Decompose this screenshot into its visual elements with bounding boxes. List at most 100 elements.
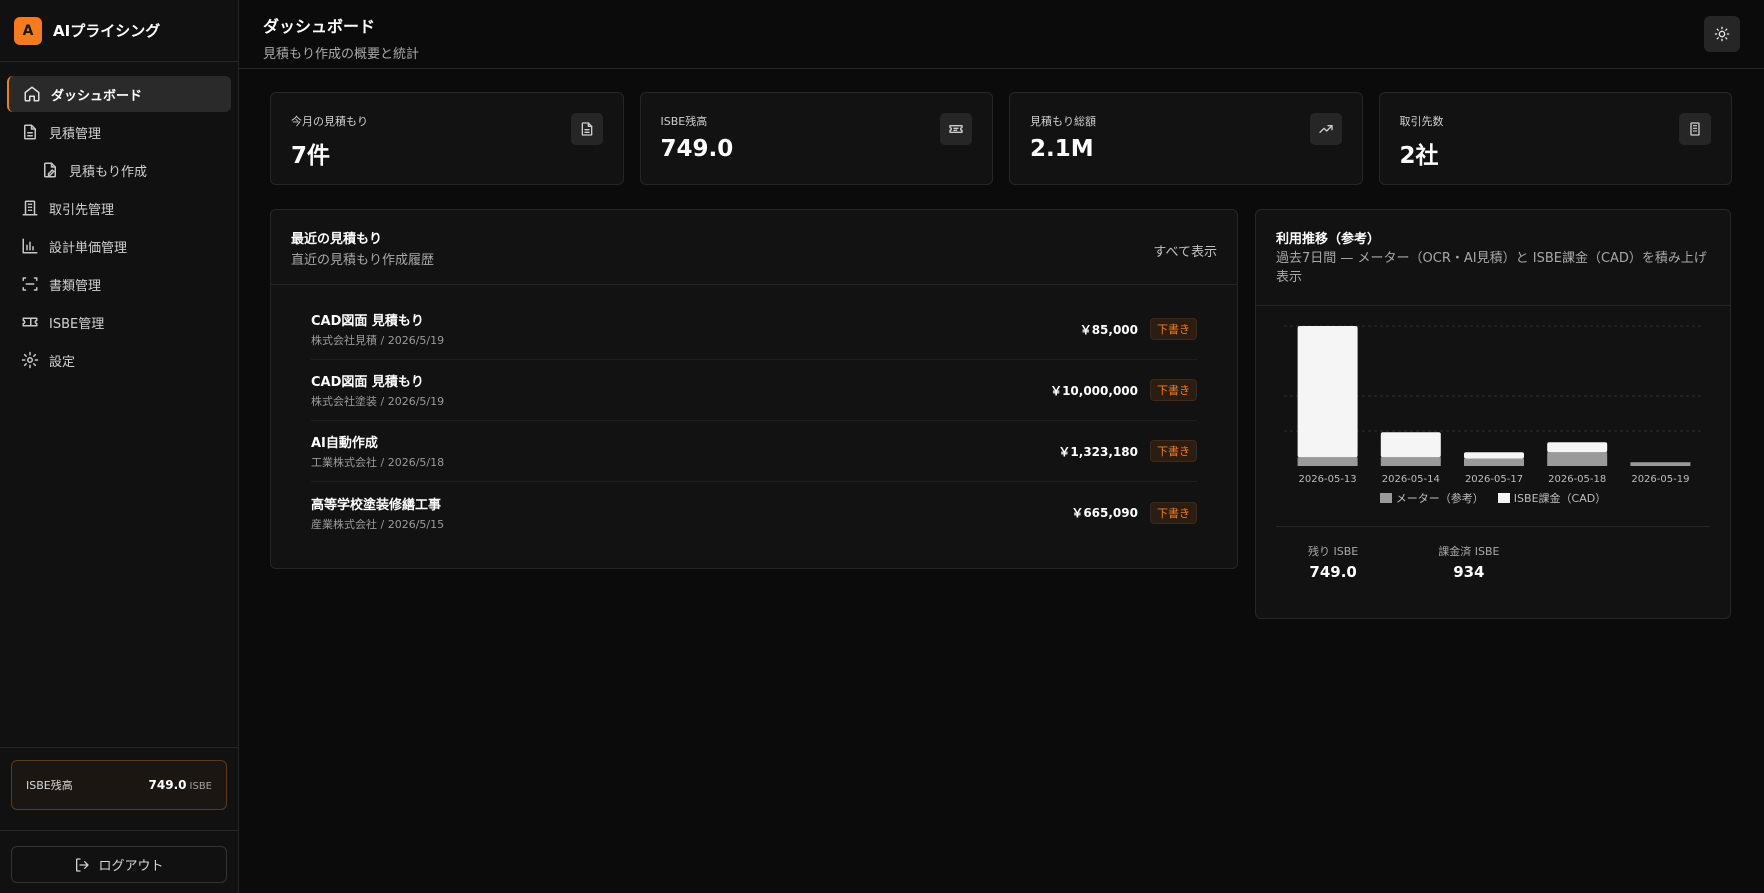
usage-chart: 2026-05-13 2026-05-14 2026-05-17 2026-05-18… [1256, 306, 1730, 506]
bar-meter-2026-05-17 [1464, 458, 1524, 466]
sidebar-item-label: 取引先管理 [49, 202, 115, 218]
sidebar-item-label: 書類管理 [49, 278, 102, 294]
view-all-link[interactable]: すべて表示 [1153, 241, 1217, 260]
building-icon [21, 199, 39, 217]
sidebar-item-estimates[interactable]: 見積管理 [7, 114, 231, 150]
sidebar-item-label: 見積もり作成 [69, 164, 148, 180]
legend-swatch [1497, 493, 1510, 503]
usage-trend-panel: 利用推移（参考） 過去7日間 — メーター（OCR・AI見積）と ISBE課金（… [1255, 209, 1731, 619]
legend-swatch [1379, 493, 1392, 503]
estimate-meta: 株式会社塗装 / 2026/5/19 [311, 395, 445, 408]
stat-label: 見積もり総額 [1030, 115, 1096, 128]
ticket-icon [940, 113, 972, 145]
building-icon [1679, 113, 1711, 145]
stat-label: 取引先数 [1399, 115, 1444, 128]
legend-item-isbe: ISBE課金（CAD） [1497, 490, 1607, 506]
estimate-amount: ￥1,323,180 [1058, 444, 1138, 459]
estimate-name: CAD図面 見積もり [311, 375, 424, 390]
status-badge: 下書き [1150, 440, 1197, 462]
bar-meter-2026-05-13 [1297, 457, 1358, 466]
page-title: ダッシュボード [263, 17, 376, 36]
panel-title: 最近の見積もり [291, 232, 383, 247]
page-subtitle: 見積もり作成の概要と統計 [263, 47, 420, 62]
x-tick-label: 2026-05-17 [1465, 474, 1523, 485]
status-badge: 下書き [1150, 379, 1197, 401]
page-header: ダッシュボード 見積もり作成の概要と統計 [239, 0, 1764, 69]
sidebar-item-documents[interactable]: 書類管理 [7, 266, 231, 302]
status-badge: 下書き [1150, 318, 1197, 340]
isbe-balance-label: ISBE残高 [26, 779, 73, 792]
stat-value: 7件 [291, 143, 331, 169]
bar-meter-2026-05-19 [1630, 462, 1691, 466]
list-item[interactable]: 高等学校塗装修繕工事 産業株式会社 / 2026/5/15 ￥665,090 下… [311, 482, 1197, 543]
logout-icon [76, 857, 90, 872]
sidebar: A AIプライシング ダッシュボード 見積管理 見積もり作成 取引先管理 設計単… [0, 0, 239, 893]
ticket-icon [21, 313, 39, 331]
estimate-amount: ￥85,000 [1079, 322, 1138, 337]
stat-card-total-amount: 見積もり総額 2.1M [1009, 92, 1363, 185]
x-tick-label: 2026-05-14 [1382, 474, 1440, 485]
sidebar-item-isbe[interactable]: ISBE管理 [7, 304, 231, 340]
isbe-balance-value-wrap: 749.0 ISBE [149, 778, 212, 793]
document-edit-icon [41, 161, 59, 179]
estimate-meta: 産業株式会社 / 2026/5/15 [311, 517, 445, 531]
chart-legend: メーター（参考） ISBE課金（CAD） [1276, 490, 1710, 506]
stat-value: 2.1M [1030, 136, 1094, 162]
sidebar-item-label: ISBE管理 [49, 316, 105, 332]
usage-summary: 残り ISBE 749.0 課金済 ISBE 934 [1256, 527, 1730, 581]
stat-label: ISBE残高 [660, 115, 708, 128]
stat-card-client-count: 取引先数 2社 [1378, 92, 1732, 185]
estimate-name: 高等学校塗装修繕工事 [311, 497, 442, 513]
dashboard-content: 今月の見積もり 7件 ISBE残高 749.0 見積もり総額 2.1M 取引先数… [239, 69, 1764, 619]
remaining-isbe-label: 残り ISBE [1308, 545, 1359, 558]
stat-value: 749.0 [660, 136, 734, 162]
stat-value: 2社 [1399, 143, 1439, 169]
trend-up-icon [1309, 113, 1342, 145]
sidebar-item-clients[interactable]: 取引先管理 [7, 190, 231, 226]
panel-subtitle: 過去7日間 — メーター（OCR・AI見積）と ISBE課金（CAD）を積み上げ… [1276, 251, 1707, 285]
x-tick-label: 2026-05-13 [1299, 474, 1357, 485]
usage-bar-chart: 2026-05-13 2026-05-14 2026-05-17 2026-05-18… [1284, 325, 1704, 485]
charged-isbe-label: 課金済 ISBE [1438, 545, 1500, 558]
list-item[interactable]: AI自動作成 工業株式会社 / 2026/5/18 ￥1,323,180 下書き [311, 421, 1197, 482]
isbe-balance-card[interactable]: ISBE残高 749.0 ISBE [11, 760, 227, 810]
x-tick-label: 2026-05-19 [1631, 474, 1689, 485]
sidebar-item-create-estimate[interactable]: 見積もり作成 [7, 152, 231, 188]
estimate-name: AI自動作成 [311, 436, 378, 451]
list-item[interactable]: CAD図面 見積もり 株式会社見積 / 2026/5/19 ￥85,000 下書… [311, 299, 1197, 360]
gear-icon [21, 351, 39, 369]
bar-isbe-2026-05-14 [1380, 432, 1441, 458]
stat-cards: 今月の見積もり 7件 ISBE残高 749.0 見積もり総額 2.1M 取引先数… [270, 92, 1732, 185]
estimate-meta: 工業株式会社 / 2026/5/18 [311, 456, 445, 469]
usage-trend-header: 利用推移（参考） 過去7日間 — メーター（OCR・AI見積）と ISBE課金（… [1256, 210, 1730, 306]
charged-isbe-value: 934 [1453, 563, 1485, 581]
document-icon [570, 113, 603, 145]
sidebar-item-settings[interactable]: 設定 [7, 342, 231, 378]
bar-isbe-2026-05-18 [1547, 442, 1608, 453]
brand-name: AIプライシング [53, 22, 161, 40]
stat-label: 今月の見積もり [291, 115, 368, 128]
panel-subtitle: 直近の見積もり作成履歴 [291, 253, 435, 268]
recent-estimates-panel: 最近の見積もり 直近の見積もり作成履歴 すべて表示 CAD図面 見積もり 株式会… [270, 209, 1238, 569]
isbe-balance-unit: ISBE [189, 780, 212, 792]
sidebar-item-label: 設定 [49, 354, 76, 370]
legend-label: ISBE課金（CAD） [1513, 492, 1607, 505]
stat-card-isbe-balance: ISBE残高 749.0 [639, 92, 993, 185]
brand: A AIプライシング [0, 0, 238, 62]
isbe-balance-value: 749.0 [148, 777, 187, 792]
theme-toggle-button[interactable] [1704, 16, 1740, 52]
bar-isbe-2026-05-13 [1297, 326, 1358, 458]
sidebar-item-unit-prices[interactable]: 設計単価管理 [7, 228, 231, 264]
sidebar-footer: ISBE残高 749.0 ISBE ログアウト [0, 747, 238, 893]
divider [0, 830, 238, 831]
estimate-amount: ￥665,090 [1071, 506, 1138, 520]
sidebar-nav: ダッシュボード 見積管理 見積もり作成 取引先管理 設計単価管理 書類管理 IS… [0, 62, 238, 380]
list-item[interactable]: CAD図面 見積もり 株式会社塗装 / 2026/5/19 ￥10,000,00… [311, 360, 1197, 421]
remaining-isbe-value: 749.0 [1309, 563, 1357, 581]
sidebar-item-dashboard[interactable]: ダッシュボード [7, 76, 231, 112]
panel-title: 利用推移（参考） [1276, 232, 1381, 247]
recent-estimates-list: CAD図面 見積もり 株式会社見積 / 2026/5/19 ￥85,000 下書… [271, 285, 1237, 543]
logout-button[interactable]: ログアウト [11, 846, 227, 883]
bar-isbe-2026-05-17 [1464, 452, 1524, 459]
status-badge: 下書き [1150, 501, 1197, 524]
